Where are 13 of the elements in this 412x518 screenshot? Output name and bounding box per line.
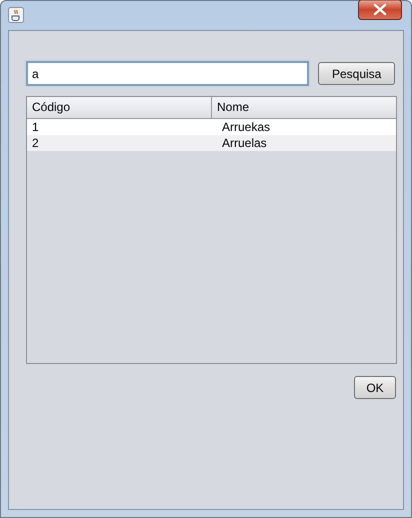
table-row[interactable]: 2 Arruelas <box>27 135 396 151</box>
ok-button[interactable]: OK <box>354 376 396 399</box>
table-cell-text: Arruekas <box>221 119 270 135</box>
close-icon[interactable] <box>358 0 402 20</box>
search-button[interactable]: Pesquisa <box>318 62 395 85</box>
cup-icon <box>8 7 24 23</box>
table-cell-text: Arruelas <box>221 135 267 151</box>
column-header[interactable]: Código <box>27 97 212 118</box>
table-cell-text: 2 <box>31 135 40 151</box>
table-cell-text: 1 <box>31 119 40 135</box>
column-header[interactable]: Nome <box>212 97 396 118</box>
search-field[interactable]: a <box>26 61 310 86</box>
table-row[interactable]: 1 Arruekas <box>27 119 396 135</box>
